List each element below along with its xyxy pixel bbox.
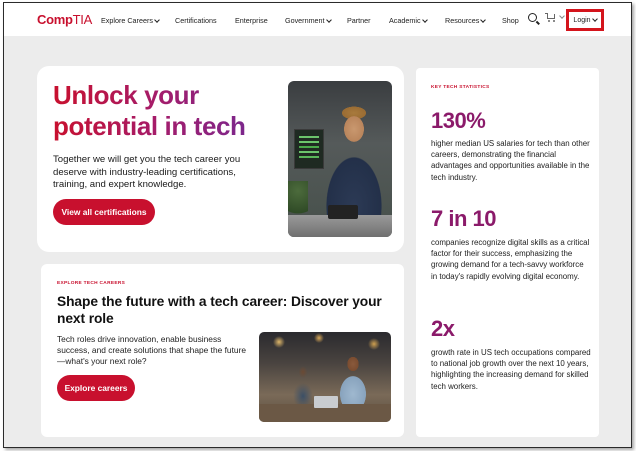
key-stats-card: KEY TECH STATISTICS 130% higher median U… [416,68,599,437]
nav-label: Shop [502,16,519,25]
nav-government[interactable]: Government [285,16,332,25]
chevron-down-icon [591,16,598,22]
nav-partner[interactable]: Partner [347,16,371,25]
careers-heading: Shape the future with a tech career: Dis… [57,294,382,326]
nav-label: Enterprise [235,16,268,25]
cart-icon[interactable] [545,13,556,22]
nav-label: Certifications [175,16,217,25]
logo-text-bold: Comp [37,12,73,27]
stat-value: 130% [431,108,486,133]
nav-shop[interactable]: Shop [502,16,519,25]
nav-certifications[interactable]: Certifications [175,16,217,25]
stat-value: 7 in 10 [431,206,496,231]
search-icon[interactable] [528,13,537,22]
chevron-down-icon [154,16,160,23]
login-button[interactable]: Login [566,9,604,31]
view-all-certifications-button[interactable]: View all certifications [53,199,155,225]
hero-heading: Unlock your potential in tech [53,80,283,142]
careers-photo-office-workers [259,332,391,422]
careers-body: Tech roles drive innovation, enable busi… [57,334,247,366]
stat-description: growth rate in US tech occupations compa… [431,348,591,391]
top-navigation: CompTIA Explore Careers Certifications E… [4,3,631,36]
login-label: Login [573,16,591,24]
hero-photo-man-at-desk [288,81,392,237]
stat-description: higher median US salaries for tech than … [431,139,590,182]
stat-value: 2x [431,316,455,341]
nav-resources[interactable]: Resources [445,16,487,25]
comptia-logo[interactable]: CompTIA [37,12,92,27]
chevron-down-icon [325,16,332,23]
nav-explore-careers[interactable]: Explore Careers [101,16,160,25]
nav-label: Partner [347,16,371,25]
explore-careers-button[interactable]: Explore careers [57,375,135,401]
hero-card: Unlock your potential in tech Together w… [37,66,404,252]
careers-card: EXPLORE TECH CAREERS Shape the future wi… [41,264,404,437]
careers-eyebrow: EXPLORE TECH CAREERS [57,281,126,286]
chevron-down-icon [480,16,487,23]
chevron-down-icon [421,16,428,23]
browser-frame: CompTIA Explore Careers Certifications E… [3,2,632,448]
stat-description: companies recognize digital skills as a … [431,238,590,281]
nav-enterprise[interactable]: Enterprise [235,16,268,25]
stats-eyebrow: KEY TECH STATISTICS [431,85,490,90]
hero-body: Together we will get you the tech career… [53,154,241,191]
nav-label: Resources [445,16,480,25]
nav-academic[interactable]: Academic [389,16,428,25]
nav-label: Government [285,16,325,25]
nav-label: Explore Careers [101,16,153,25]
logo-text-light: TIA [72,12,93,27]
chevron-down-icon[interactable] [559,13,565,19]
nav-label: Academic [389,16,421,25]
